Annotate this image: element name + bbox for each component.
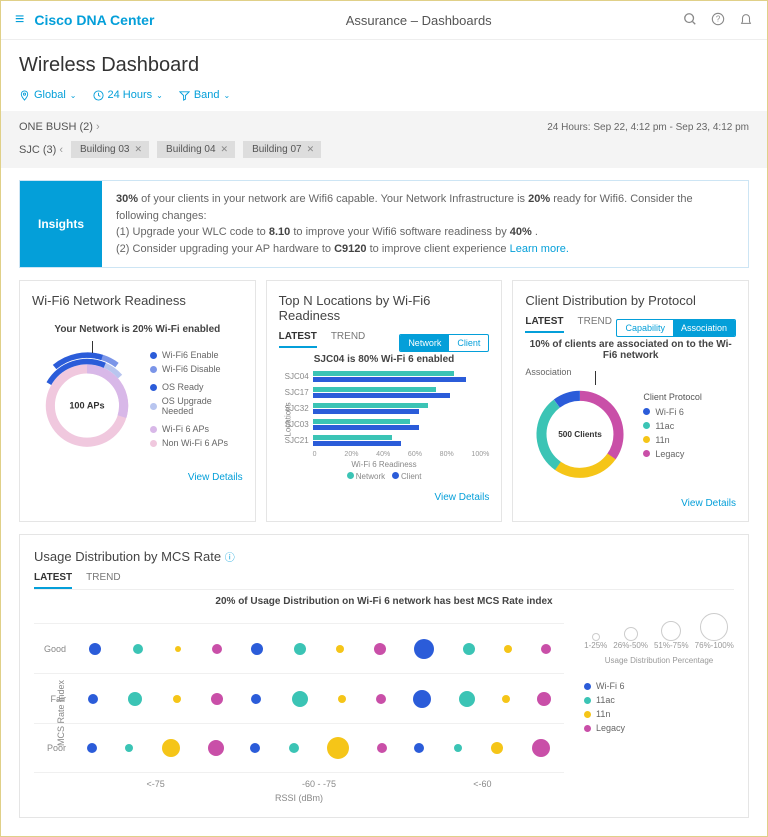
brand[interactable]: Cisco DNA Center (34, 12, 154, 28)
card-topn-locations: Top N Locations by Wi-Fi6 Readiness LATE… (266, 280, 503, 522)
card-title: Top N Locations by Wi-Fi6 Readiness (279, 293, 490, 323)
tab-latest[interactable]: LATEST (525, 316, 563, 333)
info-icon[interactable]: ⓘ (225, 553, 235, 564)
legend: Client Protocol Wi-Fi 6 11ac 11n Legacy (643, 392, 702, 463)
legend: Wi-Fi6 Enable Wi-Fi6 Disable OS Ready OS… (150, 350, 243, 452)
chart-subtitle: SJC04 is 80% Wi-Fi 6 enabled (279, 354, 490, 365)
chart-subtitle: Your Network is 20% Wi-Fi enabled (32, 324, 243, 335)
tab-latest[interactable]: LATEST (279, 331, 317, 348)
legend: Wi-Fi 6 11ac 11n Legacy (584, 681, 734, 733)
view-details-link[interactable]: View Details (188, 472, 243, 483)
close-icon[interactable]: ✕ (135, 144, 143, 155)
card-title: Client Distribution by Protocol (525, 293, 736, 308)
chip-building[interactable]: Building 04✕ (157, 141, 235, 158)
chevron-down-icon: ⌄ (156, 91, 163, 100)
pill-group: Capability Association (616, 319, 736, 337)
learn-more-link[interactable]: Learn more. (510, 243, 569, 255)
pill-capability[interactable]: Capability (617, 320, 673, 336)
chevron-down-icon: ⌄ (224, 91, 231, 100)
chart-subtitle: 10% of clients are associated on to the … (525, 339, 736, 361)
svg-text:?: ? (716, 14, 721, 23)
view-details-link[interactable]: View Details (435, 492, 490, 503)
filter-time[interactable]: 24 Hours ⌄ (93, 89, 163, 101)
page-title: Wireless Dashboard (19, 54, 749, 77)
site-breadcrumb[interactable]: ONE BUSH (2) › (19, 121, 100, 133)
chip-building[interactable]: Building 03✕ (71, 141, 149, 158)
close-icon[interactable]: ✕ (307, 144, 315, 155)
site-breadcrumb-child[interactable]: SJC (3) ‹ (19, 144, 63, 156)
pill-network[interactable]: Network (400, 335, 449, 351)
close-icon[interactable]: ✕ (221, 144, 229, 155)
donut-chart: 500 Clients (525, 367, 635, 487)
tab-trend[interactable]: TREND (86, 572, 120, 589)
insights-body: 30% of your clients in your network are … (102, 181, 748, 267)
svg-text:100 APs: 100 APs (69, 400, 104, 410)
tab-latest[interactable]: LATEST (34, 572, 72, 589)
filter-band[interactable]: Band ⌄ (179, 89, 230, 101)
hbar-chart: Locations SJC04 SJC17 SJC32 SJC03 SJC21 … (279, 371, 490, 481)
filter-location[interactable]: Global ⌄ (19, 89, 77, 101)
insights-banner: Insights 30% of your clients in your net… (19, 180, 749, 268)
menu-icon[interactable]: ≡ (15, 11, 24, 29)
card-title: Usage Distribution by MCS Rate ⓘ (34, 549, 734, 564)
time-range: 24 Hours: Sep 22, 4:12 pm - Sep 23, 4:12… (547, 122, 749, 133)
pill-association[interactable]: Association (673, 320, 735, 336)
card-client-distribution: Client Distribution by Protocol LATEST T… (512, 280, 749, 522)
view-details-link[interactable]: View Details (681, 498, 736, 509)
donut-chart: 100 APs (32, 341, 142, 461)
tab-trend[interactable]: TREND (331, 331, 365, 348)
chevron-left-icon: ‹ (59, 144, 63, 156)
size-legend: 1-25% 26%-50% 51%-75% 76%-100% (584, 613, 734, 650)
bubble-chart: GoodFairPoor (34, 623, 564, 773)
chevron-right-icon: › (96, 121, 100, 133)
chip-building[interactable]: Building 07✕ (243, 141, 321, 158)
pill-client[interactable]: Client (449, 335, 488, 351)
chevron-down-icon: ⌄ (70, 91, 77, 100)
notifications-icon[interactable] (739, 12, 753, 29)
card-title: Wi-Fi6 Network Readiness (32, 293, 243, 308)
pill-group: Network Client (399, 334, 489, 352)
card-network-readiness: Wi-Fi6 Network Readiness Your Network is… (19, 280, 256, 522)
help-icon[interactable]: ? (711, 12, 725, 29)
breadcrumb-title: Assurance – Dashboards (154, 13, 683, 28)
card-usage-distribution: Usage Distribution by MCS Rate ⓘ LATEST … (19, 534, 749, 818)
insights-label: Insights (20, 181, 102, 267)
search-icon[interactable] (683, 12, 697, 29)
tab-trend[interactable]: TREND (578, 316, 612, 333)
svg-text:500 Clients: 500 Clients (559, 430, 603, 439)
chart-subtitle: 20% of Usage Distribution on Wi-Fi 6 net… (34, 596, 734, 607)
